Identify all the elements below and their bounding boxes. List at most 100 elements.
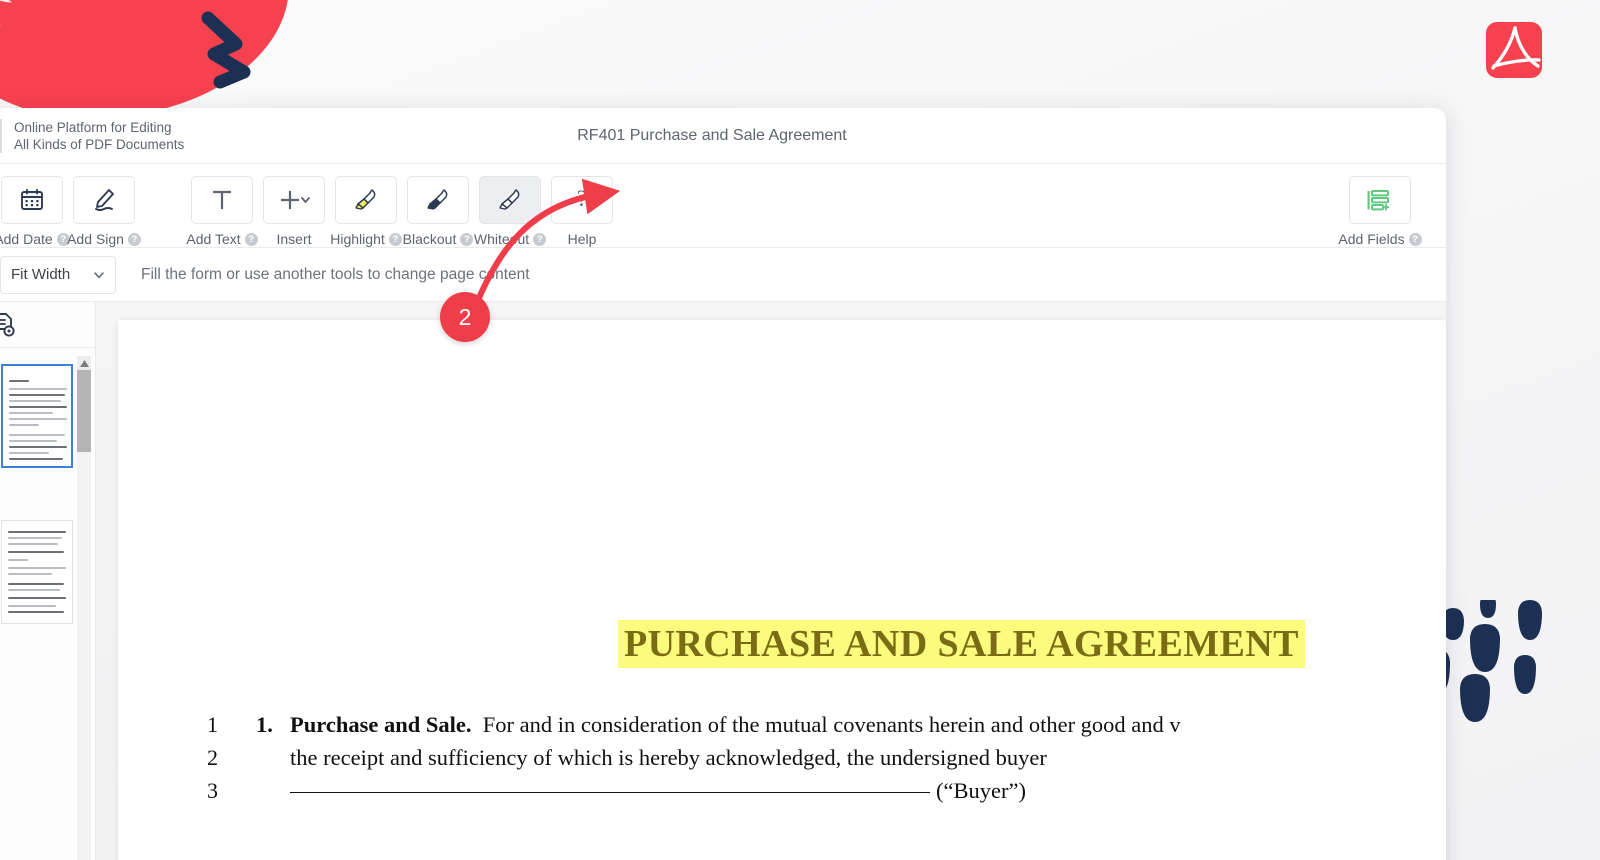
insert-button-box [263, 176, 325, 224]
add-date-text: Add Date [0, 231, 53, 247]
clause-heading: Purchase and Sale. [290, 712, 471, 737]
pages-sidebar [0, 302, 96, 860]
add-fields-button-box [1349, 176, 1411, 224]
insert-label: Insert [276, 231, 311, 247]
whiteout-button-box [479, 176, 541, 224]
question-mark-icon: ? [569, 187, 595, 213]
dots-decoration [1430, 600, 1570, 740]
caret-up-icon[interactable] [77, 356, 91, 370]
blackout-label: Blackout ? [403, 231, 474, 247]
zoom-select[interactable]: Fit Width [0, 256, 116, 294]
help-hint-icon[interactable]: ? [389, 233, 402, 246]
toolbar-group-edit: Add Text ? Insert [186, 176, 618, 247]
help-label: Help [568, 231, 597, 247]
add-text-button-box [191, 176, 253, 224]
editor-body: PURCHASE AND SALE AGREEMENT 1 1.Purchase… [0, 302, 1446, 860]
line-number: 2 [180, 745, 218, 771]
buyer-label: (“Buyer”) [936, 778, 1026, 803]
insert-button[interactable]: Insert [262, 176, 326, 247]
zoom-value: Fit Width [11, 266, 70, 283]
help-hint-icon[interactable]: ? [128, 233, 141, 246]
document-settings-icon[interactable] [0, 311, 18, 339]
highlight-button-box [335, 176, 397, 224]
step-badge: 2 [440, 292, 490, 342]
highlight-label: Highlight ? [330, 231, 401, 247]
whiteout-label: Whiteout ? [474, 231, 546, 247]
blackout-button-box [407, 176, 469, 224]
clause-text: For and in consideration of the mutual c… [483, 712, 1181, 737]
toolbar-group-fill: Add Date ? Add Sign ? [0, 176, 140, 247]
app-window: Online Platform for Editing All Kinds of… [0, 108, 1446, 860]
help-button-box: ? [551, 176, 613, 224]
toolbar-group-fields: Add Fields ? [1344, 176, 1416, 247]
document-line-row: 2 the receipt and sufficiency of which i… [180, 745, 1446, 778]
editor-hint-text: Fill the form or use another tools to ch… [141, 266, 530, 284]
main-toolbar: Add Date ? Add Sign ? [0, 164, 1446, 248]
page-thumbnails [0, 348, 95, 860]
document-text-block: 1 1.Purchase and Sale. For and in consid… [180, 712, 1446, 811]
highlight-brush-icon [353, 187, 379, 213]
insert-text: Insert [276, 231, 311, 247]
screenshot-root: Online Platform for Editing All Kinds of… [0, 0, 1600, 860]
page-thumbnail-1[interactable] [1, 364, 73, 468]
svg-text:?: ? [577, 187, 587, 211]
document-viewer[interactable]: PURCHASE AND SALE AGREEMENT 1 1.Purchase… [96, 302, 1446, 860]
whiteout-text: Whiteout [474, 231, 529, 247]
add-text-text: Add Text [186, 231, 240, 247]
add-sign-text: Add Sign [67, 231, 124, 247]
add-date-button-box [1, 176, 63, 224]
line-number: 3 [180, 778, 218, 804]
sidebar-header [0, 302, 95, 348]
add-sign-button-box [73, 176, 135, 224]
chevron-down-icon [93, 269, 105, 281]
add-text-button[interactable]: Add Text ? [190, 176, 254, 247]
line-content: the receipt and sufficiency of which is … [256, 745, 1047, 771]
calendar-icon [19, 187, 45, 213]
whiteout-button[interactable]: Whiteout ? [478, 176, 542, 247]
help-hint-icon[interactable]: ? [245, 233, 258, 246]
signature-pen-icon [91, 187, 117, 213]
add-fields-label: Add Fields ? [1338, 231, 1421, 247]
scribble-decoration [200, 8, 310, 98]
add-fields-text: Add Fields [1338, 231, 1404, 247]
add-sign-button[interactable]: Add Sign ? [72, 176, 136, 247]
add-date-label: Add Date ? [0, 231, 70, 247]
highlight-text: Highlight [330, 231, 384, 247]
help-hint-icon[interactable]: ? [460, 233, 473, 246]
help-text: Help [568, 231, 597, 247]
document-heading: PURCHASE AND SALE AGREEMENT [618, 620, 1305, 668]
add-sign-label: Add Sign ? [67, 231, 141, 247]
line-content: 1.Purchase and Sale. For and in consider… [256, 712, 1181, 738]
page-thumbnail-2[interactable] [1, 520, 73, 624]
document-page: PURCHASE AND SALE AGREEMENT 1 1.Purchase… [118, 320, 1446, 860]
scrollbar-thumb[interactable] [77, 370, 91, 452]
add-fields-icon [1365, 187, 1395, 213]
title-bar: Online Platform for Editing All Kinds of… [0, 108, 1446, 164]
blackout-text: Blackout [403, 231, 457, 247]
brush-stroke-decoration [0, 10, 1, 28]
highlight-button[interactable]: Highlight ? [334, 176, 398, 247]
brush-stroke-decoration [0, 0, 12, 5]
pdf-logo-icon [1484, 20, 1544, 80]
line-number: 1 [180, 712, 218, 738]
whiteout-brush-icon [497, 187, 523, 213]
clause-text: the receipt and sufficiency of which is … [290, 745, 1047, 770]
signature-blank-line[interactable] [290, 792, 930, 793]
blackout-button[interactable]: Blackout ? [406, 176, 470, 247]
sub-toolbar: Fit Width Fill the form or use another t… [0, 248, 1446, 302]
document-line-row: 3 (“Buyer”) [180, 778, 1446, 811]
document-line-row: 1 1.Purchase and Sale. For and in consid… [180, 712, 1446, 745]
sidebar-scrollbar[interactable] [77, 356, 91, 860]
text-t-icon [207, 185, 237, 215]
help-button[interactable]: ? Help [550, 176, 614, 247]
add-fields-button[interactable]: Add Fields ? [1348, 176, 1412, 247]
line-content: (“Buyer”) [256, 778, 1026, 804]
add-date-button[interactable]: Add Date ? [0, 176, 64, 247]
blackout-brush-icon [425, 187, 451, 213]
clause-number: 1. [256, 712, 290, 738]
plus-chevron-icon [277, 187, 311, 213]
help-hint-icon[interactable]: ? [1409, 233, 1422, 246]
document-title: RF401 Purchase and Sale Agreement [0, 127, 1446, 145]
add-text-label: Add Text ? [186, 231, 257, 247]
help-hint-icon[interactable]: ? [533, 233, 546, 246]
